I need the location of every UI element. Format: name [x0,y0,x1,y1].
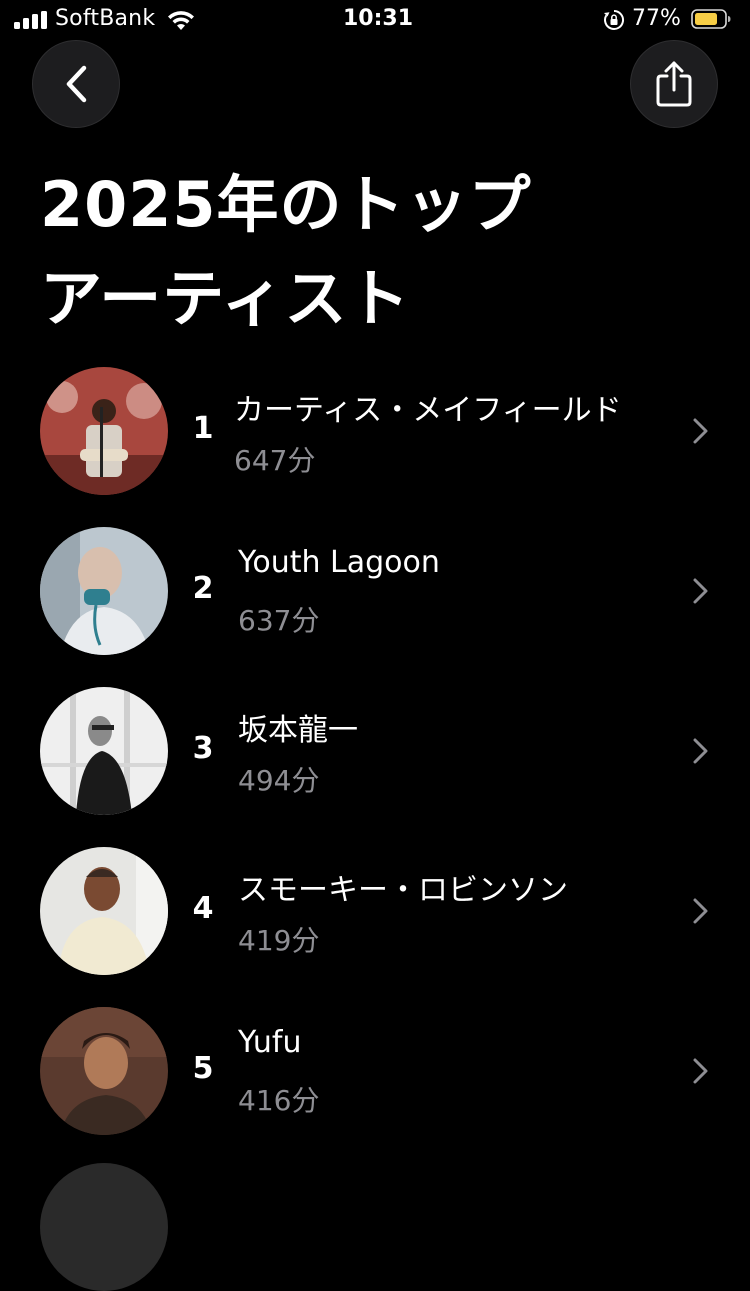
chevron-right-icon [693,1058,708,1084]
back-button[interactable] [32,40,120,128]
wifi-icon [168,11,194,30]
artist-name: カーティス・メイフィールド [234,393,622,428]
artist-rank: 5 [192,1051,214,1086]
rotation-lock-icon [604,9,625,30]
artist-avatar [40,527,168,655]
artist-name: Yufu [238,1025,302,1060]
artist-name: スモーキー・ロビンソン [238,873,568,908]
artist-minutes: 419分 [238,924,320,957]
page-title: 2025年のトップ アーティスト [40,158,660,346]
artist-minutes: 637分 [238,604,320,637]
artist-minutes: 494分 [238,764,320,797]
status-bar: SoftBank 10:31 77% [0,0,750,40]
artist-name: 坂本龍一 [238,713,358,748]
chevron-right-icon [693,418,708,444]
artist-row-1[interactable]: 1 カーティス・メイフィールド 647分 [0,367,750,507]
battery-percentage: 77% [632,6,681,31]
chevron-left-icon [66,65,87,103]
artist-row-3[interactable]: 3 坂本龍一 494分 [0,687,750,827]
page-title-line1: 2025年のトップ [40,168,532,241]
artist-avatar [40,1007,168,1135]
artist-row-4[interactable]: 4 スモーキー・ロビンソン 419分 [0,847,750,987]
share-icon [656,61,692,107]
page-title-line2: アーティスト [40,262,411,335]
artist-row-2[interactable]: 2 Youth Lagoon 637分 [0,527,750,667]
artist-rank: 3 [192,731,214,766]
artist-avatar [40,367,168,495]
artist-minutes: 416分 [238,1084,320,1117]
artist-avatar [40,687,168,815]
artist-avatar [40,847,168,975]
chevron-right-icon [693,578,708,604]
battery-icon [691,9,731,29]
chevron-right-icon [693,738,708,764]
artist-rank: 1 [192,411,214,446]
artist-rank: 4 [192,891,214,926]
artist-avatar-partial[interactable] [40,1163,168,1291]
status-time: 10:31 [343,6,414,31]
artist-name: Youth Lagoon [238,545,440,580]
artist-minutes: 647分 [234,444,316,477]
artist-row-5[interactable]: 5 Yufu 416分 [0,1007,750,1147]
artist-rank: 2 [192,571,214,606]
carrier-name: SoftBank [55,6,156,31]
chevron-right-icon [693,898,708,924]
cellular-signal-icon [14,11,48,29]
share-button[interactable] [630,40,718,128]
